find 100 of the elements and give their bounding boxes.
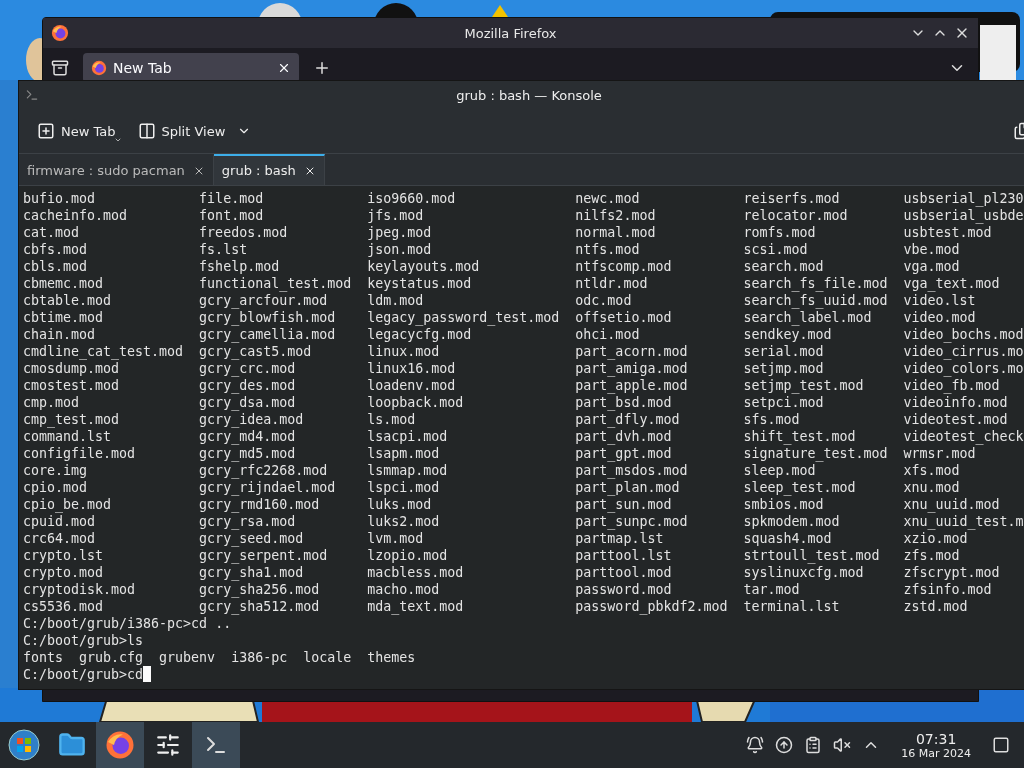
- file-name: scsi.mod: [743, 241, 809, 258]
- file-name: password.mod: [575, 581, 673, 598]
- file-name: part_dfly.mod: [575, 411, 681, 428]
- file-name: gcry_sha256.mod: [199, 581, 321, 598]
- file-name: cmdline_cat_test.mod: [23, 343, 185, 360]
- file-name: xzio.mod: [903, 530, 969, 547]
- file-name: normal.mod: [575, 224, 657, 241]
- window-title: grub : bash — Konsole: [456, 87, 602, 103]
- file-name: strtoull_test.mod: [743, 547, 881, 564]
- file-name: search_label.mod: [743, 309, 873, 326]
- file-name: core.img: [23, 462, 89, 479]
- orb-icon: [8, 729, 40, 761]
- file-name: romfs.mod: [743, 224, 817, 241]
- file-name: shift_test.mod: [743, 428, 857, 445]
- file-name: ldm.mod: [367, 292, 425, 309]
- file-name: cmp_test.mod: [23, 411, 121, 428]
- browser-tab[interactable]: New Tab: [83, 53, 299, 83]
- file-name: part_gpt.mod: [575, 445, 673, 462]
- file-name: part_dvh.mod: [575, 428, 673, 445]
- file-name: spkmodem.mod: [743, 513, 841, 530]
- file-name: crypto.mod: [23, 564, 105, 581]
- file-name: newc.mod: [575, 190, 641, 207]
- bell-icon[interactable]: [746, 736, 765, 754]
- file-name: jfs.mod: [367, 207, 425, 224]
- file-name: videotest.mod: [903, 411, 1009, 428]
- toolbar-button[interactable]: New Tab: [33, 118, 120, 144]
- terminal-tab[interactable]: grub : bash: [213, 154, 325, 185]
- update-icon[interactable]: [775, 736, 794, 754]
- file-name: xnu.mod: [903, 479, 961, 496]
- file-name: cpuid.mod: [23, 513, 97, 530]
- file-name: cs5536.mod: [23, 598, 105, 615]
- file-name: usbtest.mod: [903, 224, 993, 241]
- muted-speaker-icon[interactable]: [833, 736, 852, 754]
- taskbar-item[interactable]: [192, 722, 240, 768]
- terminal-tab[interactable]: firmware : sudo pacman: [19, 154, 214, 185]
- file-name: cmostest.mod: [23, 377, 121, 394]
- columns-icon: [137, 122, 156, 140]
- clock[interactable]: 07:31 16 Mar 2024: [901, 730, 971, 760]
- file-name: part_apple.mod: [575, 377, 689, 394]
- text-cursor: [143, 666, 152, 682]
- file-name: offsetio.mod: [575, 309, 673, 326]
- file-name: lsapm.mod: [367, 445, 441, 462]
- file-name: tar.mod: [743, 581, 801, 598]
- file-name: gcry_rfc2268.mod: [199, 462, 329, 479]
- file-name: loopback.mod: [367, 394, 465, 411]
- clock-date: 16 Mar 2024: [901, 746, 971, 760]
- file-name: configfile.mod: [23, 445, 137, 462]
- file-name: gcry_sha512.mod: [199, 598, 321, 615]
- file-name: luks.mod: [367, 496, 433, 513]
- toolbar-button[interactable]: Split View: [133, 118, 256, 144]
- file-name: keystatus.mod: [367, 275, 473, 292]
- file-name: lspci.mod: [367, 479, 441, 496]
- file-name: ntfs.mod: [575, 241, 641, 258]
- file-name: xfs.mod: [903, 462, 961, 479]
- file-name: parttool.mod: [575, 564, 673, 581]
- archive-icon[interactable]: [51, 59, 69, 77]
- file-name: legacycfg.mod: [367, 326, 473, 343]
- file-name: password_pbkdf2.mod: [575, 598, 729, 615]
- file-name: cpio_be.mod: [23, 496, 113, 513]
- file-name: gcry_cast5.mod: [199, 343, 313, 360]
- file-name: parttool.lst: [575, 547, 673, 564]
- new-tab-button[interactable]: [313, 59, 331, 77]
- window-title: Mozilla Firefox: [464, 25, 557, 41]
- file-name: gcry_serpent.mod: [199, 547, 329, 564]
- file-name: nilfs2.mod: [575, 207, 657, 224]
- terminal-line: C:/boot/grub>ls: [23, 632, 145, 649]
- file-name: usbserial_usbde: [903, 207, 1024, 224]
- file-name: ntfscomp.mod: [575, 258, 673, 275]
- file-name: gcry_md5.mod: [199, 445, 297, 462]
- file-name: part_plan.mod: [575, 479, 681, 496]
- terminal-line: C:/boot/grub/i386-pc>cd ..: [23, 615, 233, 632]
- file-name: gcry_seed.mod: [199, 530, 305, 547]
- file-name: reiserfs.mod: [743, 190, 841, 207]
- file-name: gcry_des.mod: [199, 377, 297, 394]
- file-name: smbios.mod: [743, 496, 825, 513]
- file-name: gcry_md4.mod: [199, 428, 297, 445]
- file-name: command.lst: [23, 428, 113, 445]
- file-name: gcry_rijndael.mod: [199, 479, 337, 496]
- sliders-icon: [155, 732, 181, 758]
- show-desktop-icon[interactable]: [992, 736, 1010, 754]
- close-icon[interactable]: [277, 61, 291, 75]
- file-name: vbe.mod: [903, 241, 961, 258]
- file-name: syslinuxcfg.mod: [743, 564, 865, 581]
- file-name: lsacpi.mod: [367, 428, 449, 445]
- clipboard-icon[interactable]: [804, 736, 823, 754]
- file-name: video_cirrus.mo: [903, 343, 1024, 360]
- clock-time: 07:31: [915, 730, 957, 747]
- file-name: chain.mod: [23, 326, 97, 343]
- file-name: iso9660.mod: [367, 190, 457, 207]
- file-name: gcry_arcfour.mod: [199, 292, 329, 309]
- file-name: keylayouts.mod: [367, 258, 481, 275]
- file-name: vga_text.mod: [903, 275, 1001, 292]
- terminal-line: fonts grub.cfg grubenv i386-pc locale themes: [23, 649, 417, 666]
- file-name: terminal.lst: [743, 598, 841, 615]
- file-name: setpci.mod: [743, 394, 825, 411]
- file-name: json.mod: [367, 241, 433, 258]
- file-name: crypto.lst: [23, 547, 105, 564]
- file-name: legacy_password_test.mod: [367, 309, 561, 326]
- file-name: cpio.mod: [23, 479, 89, 496]
- file-name: relocator.mod: [743, 207, 849, 224]
